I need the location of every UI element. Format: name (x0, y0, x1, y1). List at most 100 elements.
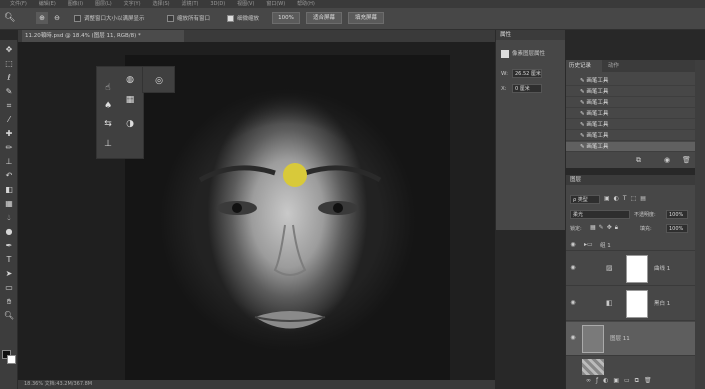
layer-mask-thumbnail (626, 290, 648, 318)
opacity-label: 不透明度: (634, 212, 656, 218)
menu-filter[interactable]: 滤镜(T) (182, 1, 199, 8)
pen-tool-icon[interactable]: ✒ (2, 240, 16, 252)
properties-title: 属性 (496, 30, 565, 40)
visibility-eye-icon[interactable]: ◉ (568, 299, 578, 306)
tab-actions[interactable]: 动作 (608, 60, 619, 72)
zoom-out-icon[interactable]: ⊖ (51, 12, 63, 24)
history-item-label: 画笔工具 (586, 78, 609, 84)
layers-title: 图层 (566, 175, 705, 185)
zoom-all-checkbox[interactable] (167, 15, 174, 22)
menu-edit[interactable]: 编辑(E) (39, 1, 56, 8)
document-tab[interactable]: 11.20頓時.psd @ 18.4% (图层 11, RGB/8) * (22, 30, 184, 42)
resize-windows-checkbox[interactable] (74, 15, 81, 22)
zoom-in-icon[interactable]: ⊕ (36, 12, 48, 24)
menu-3d[interactable]: 3D(D) (210, 1, 225, 8)
menu-select[interactable]: 选择(S) (153, 1, 170, 8)
brush-preset-icon[interactable]: ◍ (123, 73, 137, 87)
pixel-layer-properties-label: 像素图层属性 (512, 51, 546, 57)
history-item[interactable]: ✎ 画笔工具 (566, 87, 696, 97)
clone-stamp-tool-icon[interactable]: ⊥ (2, 156, 16, 168)
menu-help[interactable]: 帮助(H) (297, 1, 315, 8)
fit-screen-button[interactable]: 适合屏幕 (306, 12, 342, 24)
menu-type[interactable]: 文字(Y) (124, 1, 141, 8)
eraser-tool-icon[interactable]: ◧ (2, 184, 16, 196)
zoom-tool-panel-icon[interactable]: 🔍︎ (2, 310, 16, 322)
paintbrush-icon[interactable]: ♠ (101, 99, 115, 113)
history-item[interactable]: ✎ 画笔工具 (566, 76, 696, 86)
visibility-eye-icon[interactable]: ◉ (568, 264, 578, 271)
eyedropper-tool-icon[interactable]: ⁄ (2, 114, 16, 126)
x-label: X: (501, 86, 507, 92)
move-tool-icon[interactable]: ✥ (2, 44, 16, 56)
brush-icon: ✎ (580, 78, 587, 84)
stamp-icon[interactable]: ⊥ (101, 137, 115, 151)
lock-icons[interactable]: ▦✎✥🔒︎ (590, 224, 621, 232)
gradient-tool-icon[interactable]: ▦ (2, 198, 16, 210)
menu-layer[interactable]: 图层(L) (95, 1, 112, 8)
rectangle-tool-icon[interactable]: ▭ (2, 282, 16, 294)
blur-tool-icon[interactable]: 💧︎ (2, 212, 16, 224)
scrubby-zoom-checkbox[interactable] (227, 15, 234, 22)
zoom-tool-icon[interactable]: 🔍︎ (4, 13, 15, 23)
new-snapshot-icon[interactable]: ⧉ (636, 156, 641, 165)
menu-window[interactable]: 窗口(W) (266, 1, 285, 8)
trash-icon[interactable]: 🗑︎ (682, 156, 691, 164)
menu-view[interactable]: 视图(V) (237, 1, 254, 8)
history-item[interactable]: ✎ 画笔工具 (566, 120, 696, 130)
x-field[interactable]: 0 厘米 (512, 84, 542, 93)
width-field[interactable]: 26.52 厘米 (512, 69, 542, 78)
layer-filter-icons[interactable]: ▣◐T⬚▤ (604, 195, 650, 202)
type-tool-icon[interactable]: T (2, 254, 16, 266)
history-tab-strip: 历史记录 动作 (566, 60, 705, 72)
pixel-layer-icon (501, 50, 509, 58)
blend-mode-select[interactable]: 柔光 (570, 210, 630, 219)
zoom-100-button[interactable]: 100% (272, 12, 300, 24)
layer-row-black-white[interactable]: ◉ ◧ 黑白 1 (566, 287, 696, 321)
history-item-selected[interactable]: ✎ 画笔工具 (566, 142, 696, 152)
history-item[interactable]: ✎ 画笔工具 (566, 98, 696, 108)
marquee-tool-icon[interactable]: ⬚ (2, 58, 16, 70)
brush-icon: ✎ (580, 122, 587, 128)
panel-scrollbar[interactable] (695, 60, 705, 389)
tab-history[interactable]: 历史记录 (566, 60, 602, 72)
menu-file[interactable]: 文件(F) (10, 1, 27, 8)
floating-brush-panel: ◎ (142, 66, 175, 93)
properties-panel: 属性 像素图层属性 W: 26.52 厘米 X: 0 厘米 (495, 30, 565, 230)
hand-tool-icon[interactable]: ✋︎ (2, 296, 16, 308)
brush-icon: ✎ (580, 133, 587, 139)
status-bar: 18.36% 文档:43.2M/367.8M (18, 380, 495, 389)
fill-field[interactable]: 100% (666, 224, 688, 233)
brush-icon: ✎ (580, 89, 587, 95)
background-layer-thumbnail[interactable] (582, 359, 604, 375)
history-item[interactable]: ✎ 画笔工具 (566, 109, 696, 119)
crop-tool-icon[interactable]: ⌗ (2, 100, 16, 112)
opacity-field[interactable]: 100% (666, 210, 688, 219)
layer-row-selected[interactable]: ◉ 图层 11 (566, 322, 696, 356)
swap-arrows-icon[interactable]: ⇆ (101, 117, 115, 131)
layer-name: 图层 11 (610, 336, 630, 342)
hand-pointer-icon[interactable]: ☝ (101, 81, 115, 95)
lasso-tool-icon[interactable]: ℓ (2, 72, 16, 84)
layers-panel: 图层 ρ 类型 ▣◐T⬚▤ 柔光 不透明度: 100% 锁定: ▦✎✥🔒︎ 填充… (565, 175, 705, 389)
menu-image[interactable]: 图像(I) (68, 1, 83, 8)
contrast-icon[interactable]: ◑ (123, 117, 137, 131)
background-color-swatch[interactable] (7, 355, 16, 364)
visibility-eye-icon[interactable]: ◉ (568, 334, 578, 341)
width-label: W: (501, 71, 508, 77)
brush-tool-icon[interactable]: ✏ (2, 142, 16, 154)
healing-brush-tool-icon[interactable]: ✚ (2, 128, 16, 140)
dodge-tool-icon[interactable]: ● (2, 226, 16, 238)
path-selection-tool-icon[interactable]: ➤ (2, 268, 16, 280)
history-item[interactable]: ✎ 画笔工具 (566, 131, 696, 141)
camera-icon[interactable]: ◉ (664, 156, 670, 164)
history-brush-tool-icon[interactable]: ↶ (2, 170, 16, 182)
visibility-eye-icon[interactable]: ◉ (568, 241, 578, 248)
grid-icon[interactable]: ▦ (123, 93, 137, 107)
quick-select-tool-icon[interactable]: ✎ (2, 86, 16, 98)
layer-actions-icons[interactable]: ∞ƒ◐▣▭⧉🗑︎ (586, 377, 657, 385)
layer-row-curves[interactable]: ◉ ▨ 曲线 1 (566, 252, 696, 286)
brush-tip-icon[interactable]: ◎ (152, 74, 166, 88)
layer-kind-filter[interactable]: ρ 类型 (570, 195, 600, 204)
fill-screen-button[interactable]: 填充屏幕 (348, 12, 384, 24)
layer-group-row[interactable]: ◉ ▸▭ 组 1 (566, 239, 696, 251)
